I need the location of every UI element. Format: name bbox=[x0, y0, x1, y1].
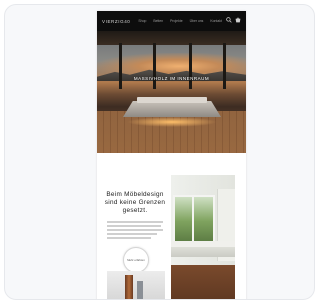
website-screenshot: VIERZIG40 Shop Betten Projekte Über uns … bbox=[97, 11, 246, 299]
content-section: Beim Möbeldesign sind keine Grenzen gese… bbox=[97, 153, 246, 299]
metal-pole bbox=[137, 281, 143, 299]
interior-photo[interactable] bbox=[171, 175, 235, 299]
window-frame bbox=[189, 43, 192, 89]
top-navigation-bar: VIERZIG40 Shop Betten Projekte Über uns … bbox=[97, 11, 246, 31]
hero-bed bbox=[123, 101, 221, 117]
photo-window bbox=[173, 195, 215, 243]
nav-item-betten[interactable]: Betten bbox=[153, 19, 163, 23]
cart-icon[interactable] bbox=[235, 17, 241, 23]
site-logo[interactable]: VIERZIG40 bbox=[102, 19, 130, 24]
nav-item-contact[interactable]: Kontakt bbox=[210, 19, 222, 23]
more-button[interactable]: Mehr erfahren bbox=[123, 247, 149, 273]
bed-underglow bbox=[127, 117, 217, 127]
preview-card[interactable]: VIERZIG40 Shop Betten Projekte Über uns … bbox=[4, 4, 315, 300]
body-text-placeholder bbox=[107, 221, 163, 241]
more-button-label: Mehr erfahren bbox=[127, 258, 145, 262]
search-icon[interactable] bbox=[226, 17, 232, 23]
nav-menu: Shop Betten Projekte Über uns Kontakt bbox=[138, 19, 221, 23]
window-frame bbox=[223, 43, 226, 89]
wood-pole bbox=[125, 275, 133, 299]
hero-mattress bbox=[137, 97, 207, 103]
hero-title: MASSIVHOLZ IM INNENRAUM bbox=[133, 76, 210, 81]
window-frame bbox=[119, 43, 122, 89]
photo-window-bench bbox=[171, 247, 235, 257]
photo-floor bbox=[171, 265, 235, 299]
product-thumbnail[interactable] bbox=[107, 271, 165, 299]
hero-image: MASSIVHOLZ IM INNENRAUM bbox=[97, 31, 246, 153]
nav-item-about[interactable]: Über uns bbox=[190, 19, 204, 23]
section-headline: Beim Möbeldesign sind keine Grenzen gese… bbox=[104, 191, 166, 214]
nav-item-projekte[interactable]: Projekte bbox=[170, 19, 182, 23]
window-frame bbox=[153, 43, 156, 89]
nav-item-shop[interactable]: Shop bbox=[138, 19, 146, 23]
